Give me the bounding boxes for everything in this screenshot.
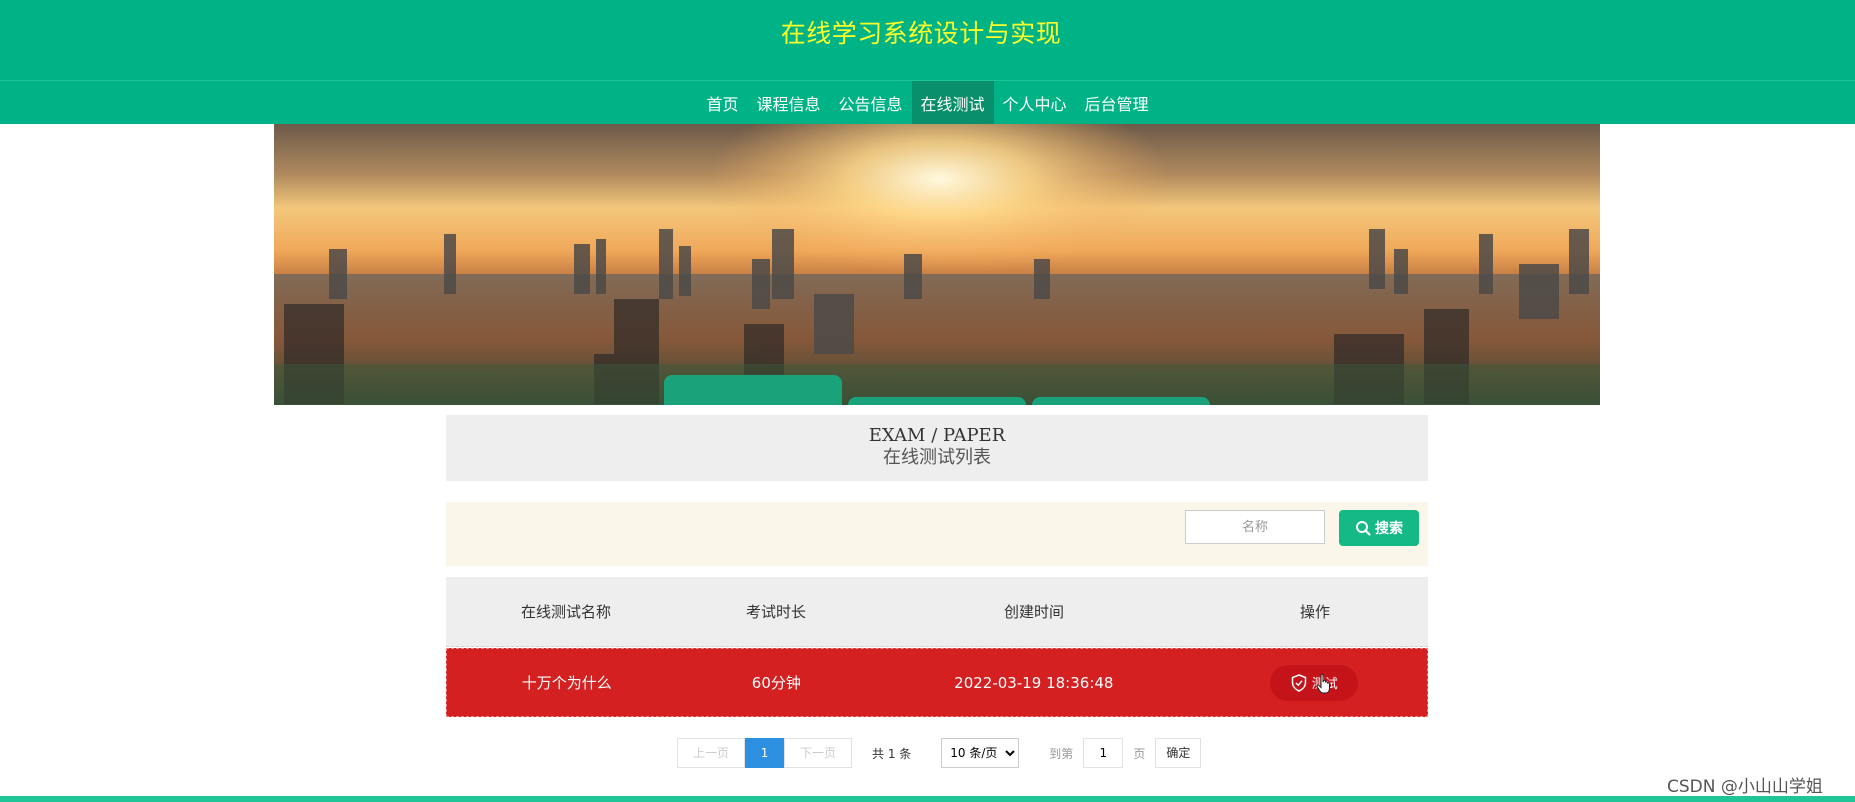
exam-created-cell: 2022-03-19 18:36:48 [954, 673, 1114, 692]
nav-item-notices[interactable]: 公告信息 [829, 81, 911, 124]
nav-item-courses[interactable]: 课程信息 [747, 81, 829, 124]
column-header-created: 创建时间 [1003, 603, 1064, 621]
nav-item-profile[interactable]: 个人中心 [994, 81, 1076, 124]
search-icon [1356, 521, 1371, 536]
banner-tab [1032, 397, 1210, 405]
main-nav: 首页 课程信息 公告信息 在线测试 个人中心 后台管理 [0, 80, 1855, 124]
nav-item-online-test[interactable]: 在线测试 [911, 81, 994, 124]
site-title: 在线学习系统设计与实现 [780, 19, 1062, 48]
page-size-select[interactable]: 10 条/页 [941, 738, 1020, 768]
search-input[interactable] [1185, 510, 1325, 544]
top-header: 在线学习系统设计与实现 首页 课程信息 公告信息 在线测试 个人中心 后台管理 [0, 0, 1855, 124]
exam-action-cell: 测试 [1201, 664, 1427, 701]
shield-check-icon [1291, 673, 1306, 692]
page-1-button[interactable]: 1 [745, 738, 785, 768]
city-skyline-illustration [274, 124, 1600, 405]
list-title-cn: 在线测试列表 [883, 447, 991, 468]
goto-confirm-button[interactable]: 确定 [1155, 738, 1202, 768]
goto-page-input[interactable] [1083, 738, 1124, 768]
goto-label: 到第 [1049, 746, 1074, 761]
nav-item-admin[interactable]: 后台管理 [1076, 81, 1158, 124]
hand-cursor-icon [1316, 673, 1331, 693]
exam-duration-cell: 60分钟 [751, 674, 801, 692]
search-bar: 搜索 [446, 502, 1428, 566]
search-button-label: 搜索 [1375, 521, 1403, 537]
list-title-en: EXAM / PAPER [868, 425, 1006, 446]
column-header-name: 在线测试名称 [520, 603, 611, 621]
table-header: 在线测试名称 考试时长 创建时间 操作 [446, 577, 1428, 647]
banner-tab [848, 397, 1026, 405]
pagination: 上一页 1 下一页 共 1 条 10 条/页 到第 页 确定 [677, 738, 1202, 768]
next-page-button[interactable]: 下一页 [784, 738, 853, 768]
search-button[interactable]: 搜索 [1339, 510, 1419, 546]
exam-name-cell: 十万个为什么 [521, 674, 612, 692]
exam-table: 在线测试名称 考试时长 创建时间 操作 十万个为什么 60分钟 2022-03-… [446, 577, 1428, 717]
nav-item-home[interactable]: 首页 [697, 81, 747, 124]
table-row[interactable]: 十万个为什么 60分钟 2022-03-19 18:36:48 测试 [446, 648, 1428, 717]
column-header-duration: 考试时长 [745, 603, 806, 621]
total-count: 共 1 条 [872, 746, 912, 761]
prev-page-button[interactable]: 上一页 [677, 738, 746, 768]
list-title-block: EXAM / PAPER 在线测试列表 [446, 415, 1428, 481]
footer-divider [0, 796, 1855, 802]
city-banner-image [274, 124, 1600, 405]
watermark: CSDN @小山山学姐 [1667, 777, 1823, 797]
page-unit-label: 页 [1133, 746, 1146, 761]
test-button[interactable]: 测试 [1270, 664, 1359, 701]
banner-tab [664, 375, 842, 405]
column-header-action: 操作 [1299, 603, 1330, 621]
